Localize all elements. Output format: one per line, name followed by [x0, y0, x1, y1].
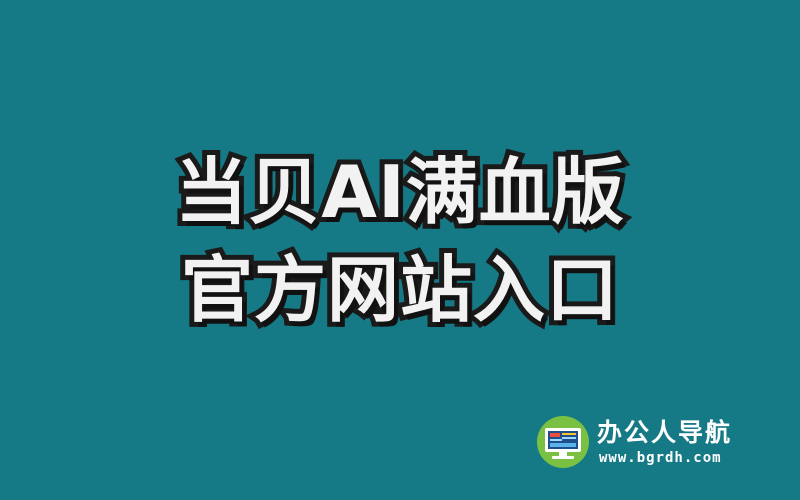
- headline-line-2: 官方网站入口: [176, 245, 623, 335]
- headline-line-1: 当贝AI满血版: [170, 147, 629, 237]
- monitor-logo-icon: [537, 416, 589, 468]
- logo-url: www.bgrdh.com: [599, 450, 722, 466]
- logo-title: 办公人导航: [597, 418, 733, 447]
- site-logo: 办公人导航 www.bgrdh.com: [537, 416, 769, 472]
- banner-canvas: 当贝AI满血版 官方网站入口 办公人导航 www.bgrdh.com: [0, 0, 800, 500]
